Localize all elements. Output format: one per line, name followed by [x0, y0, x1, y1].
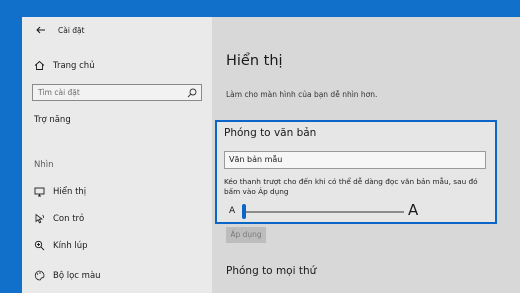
sidebar-item-label: Hiển thị: [53, 186, 87, 197]
palette-icon: [34, 270, 45, 281]
sidebar-item-magnifier[interactable]: Kính lúp: [34, 240, 88, 251]
monitor-icon: [34, 187, 45, 197]
sample-text-preview: Văn bản mẫu: [224, 151, 486, 169]
sidebar-item-color-filters[interactable]: Bộ lọc màu: [34, 270, 101, 281]
sidebar-item-label: Bộ lọc màu: [53, 270, 101, 281]
title-bar: Cài đặt: [36, 25, 85, 35]
sidebar-item-display[interactable]: Hiển thị: [34, 186, 86, 197]
slider-thumb[interactable]: [242, 204, 246, 219]
sidebar-item-label: Kính lúp: [53, 240, 88, 251]
apply-button[interactable]: Áp dụng: [226, 227, 266, 243]
home-label: Trang chủ: [53, 60, 95, 71]
main-content: Hiển thị Làm cho màn hình của bạn dễ nhì…: [212, 17, 520, 293]
text-size-title: Phóng to văn bản: [224, 127, 317, 139]
text-size-card: Phóng to văn bản Văn bản mẫu Kéo thanh t…: [215, 120, 497, 224]
back-arrow-icon[interactable]: [36, 25, 46, 35]
slider-max-label: A: [408, 201, 419, 219]
sidebar: Cài đặt Trang chủ Tìm cài đặt Trợ năng N…: [22, 17, 212, 293]
search-placeholder: Tìm cài đặt: [38, 88, 80, 97]
settings-window: Cài đặt Trang chủ Tìm cài đặt Trợ năng N…: [22, 17, 520, 293]
make-everything-bigger-title: Phóng to mọi thứ: [226, 265, 317, 277]
category-label: Trợ năng: [34, 115, 71, 125]
slider-min-label: A: [229, 206, 236, 216]
section-label-vision: Nhìn: [34, 160, 54, 170]
search-input[interactable]: Tìm cài đặt: [32, 84, 202, 101]
page-subtitle: Làm cho màn hình của bạn dễ nhìn hơn.: [226, 90, 378, 99]
magnifier-icon: [34, 240, 45, 251]
home-nav-item[interactable]: Trang chủ: [34, 60, 95, 71]
page-title: Hiển thị: [226, 53, 283, 69]
app-title: Cài đặt: [58, 25, 85, 35]
search-icon: [187, 88, 197, 98]
slider-hint: Kéo thanh trượt cho đến khi có thể dễ dà…: [224, 177, 478, 196]
text-size-slider[interactable]: [244, 211, 404, 213]
sidebar-item-cursor[interactable]: Con trỏ: [34, 213, 84, 224]
sidebar-item-label: Con trỏ: [53, 213, 85, 224]
cursor-icon: [35, 213, 44, 224]
home-icon: [34, 60, 45, 70]
